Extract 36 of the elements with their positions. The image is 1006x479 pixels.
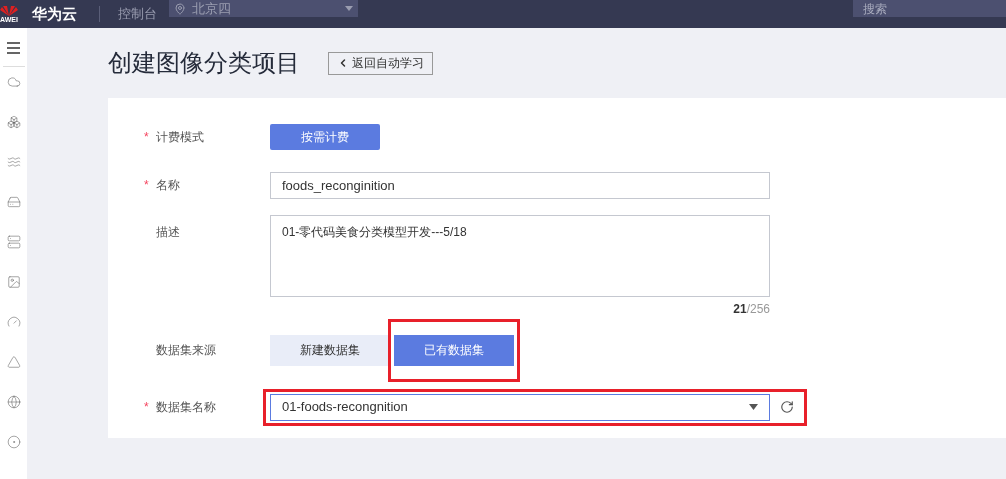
field-label: 描述 bbox=[156, 224, 180, 241]
brand-name: 华为云 bbox=[32, 3, 77, 24]
service-icon[interactable] bbox=[6, 235, 21, 249]
description-field[interactable]: 01-零代码美食分类模型开发---5/18 bbox=[270, 215, 770, 297]
source-tab[interactable]: 已有数据集 bbox=[394, 334, 514, 366]
required-mark: * bbox=[144, 399, 150, 416]
field-label: 计费模式 bbox=[156, 129, 204, 146]
service-icon[interactable] bbox=[6, 115, 21, 129]
service-icon[interactable] bbox=[6, 395, 21, 409]
dataset-select[interactable]: 01-foods-recongnition bbox=[270, 393, 770, 421]
service-icon[interactable] bbox=[6, 195, 21, 209]
search-field[interactable]: 搜索 bbox=[853, 0, 1006, 17]
field-label: 名称 bbox=[156, 177, 180, 194]
menu-icon[interactable] bbox=[7, 42, 20, 54]
character-counter: 21/256 bbox=[733, 301, 770, 318]
service-icon[interactable] bbox=[6, 355, 21, 369]
logo-icon bbox=[0, 5, 18, 16]
caret-icon bbox=[749, 404, 758, 410]
back-button[interactable]: 返回自动学习 bbox=[328, 51, 433, 75]
service-icon[interactable] bbox=[6, 155, 21, 169]
service-icon[interactable] bbox=[6, 75, 21, 89]
location-icon bbox=[174, 2, 186, 15]
field-label: 数据集来源 bbox=[156, 342, 216, 359]
caret-icon bbox=[345, 6, 353, 11]
required-mark: * bbox=[144, 177, 150, 194]
billing-button[interactable]: 按需计费 bbox=[270, 124, 380, 150]
required-mark: * bbox=[144, 129, 150, 146]
source-tab[interactable]: 新建数据集 bbox=[270, 334, 390, 366]
refresh-button[interactable] bbox=[780, 400, 794, 414]
field-label: 数据集名称 bbox=[156, 399, 216, 416]
console-link[interactable]: 控制台 bbox=[118, 4, 157, 24]
service-icon[interactable] bbox=[6, 275, 21, 289]
service-icon[interactable] bbox=[6, 435, 21, 449]
service-icon[interactable] bbox=[6, 315, 21, 329]
page-title: 创建图像分类项目 bbox=[108, 48, 300, 78]
name-field[interactable]: foods_reconginition bbox=[270, 171, 770, 199]
